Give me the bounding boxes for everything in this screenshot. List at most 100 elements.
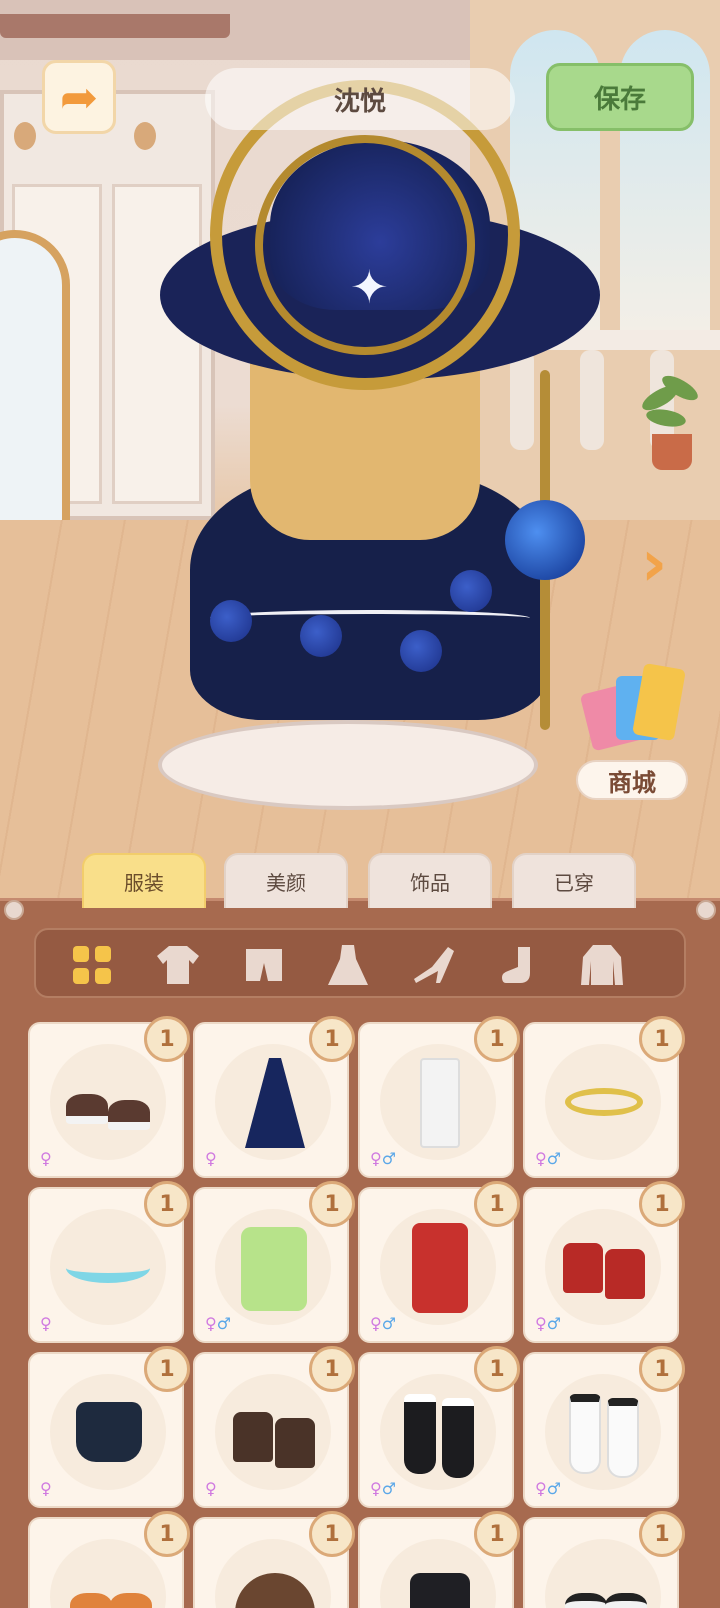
bottoms-icon (246, 949, 282, 981)
category-bottoms[interactable] (240, 942, 288, 988)
socks-icon (502, 947, 530, 983)
item-count-badge: 1 (639, 1511, 685, 1557)
gender-label: ♀♂ (370, 1314, 397, 1333)
wardrobe-tabs: 服装 美颜 饰品 已穿 (82, 853, 642, 908)
gender-label: ♀ (40, 1314, 52, 1333)
item-card[interactable]: 1 (358, 1511, 520, 1608)
item-card[interactable]: 1 (523, 1511, 685, 1608)
character-name-pill: 沈悦 (205, 68, 515, 130)
item-count-badge: 1 (309, 1346, 355, 1392)
tab-worn[interactable]: 已穿 (512, 853, 636, 908)
item-card[interactable]: 1 (193, 1511, 355, 1608)
category-shoes[interactable] (410, 942, 458, 988)
tab-label: 已穿 (554, 871, 594, 895)
shop-button[interactable]: 商城 (576, 660, 688, 802)
sparkle-icon: ✦ (350, 260, 389, 314)
item-count-badge: 1 (474, 1346, 520, 1392)
brown-boots-icon (225, 1388, 321, 1478)
rose-decoration (450, 570, 492, 612)
gender-label: ♀♂ (205, 1314, 232, 1333)
category-coats[interactable] (578, 942, 626, 988)
gender-label: ♀ (40, 1479, 52, 1498)
blue-orb (505, 500, 585, 580)
back-button[interactable]: ➦ (42, 60, 116, 134)
item-count-badge: 1 (144, 1016, 190, 1062)
item-count-badge: 1 (639, 1016, 685, 1062)
item-count-badge: 1 (474, 1016, 520, 1062)
item-count-badge: 1 (144, 1511, 190, 1557)
character-avatar[interactable]: ✦ (150, 30, 600, 850)
category-tops[interactable] (154, 942, 202, 988)
potted-plant (638, 371, 702, 470)
item-card[interactable]: 1 ♀ (28, 1181, 190, 1343)
item-card[interactable]: 1 ♀♂ (523, 1016, 685, 1178)
dress-icon (328, 945, 368, 985)
gown-icon (225, 1058, 321, 1148)
item-card[interactable]: 1 ♀ (193, 1016, 355, 1178)
item-card[interactable]: 1 ♀♂ (193, 1181, 355, 1343)
item-count-badge: 1 (144, 1181, 190, 1227)
item-count-badge: 1 (309, 1511, 355, 1557)
heels-icon (414, 947, 454, 983)
rose-decoration (400, 630, 442, 672)
item-card[interactable]: 1 ♀ (193, 1346, 355, 1508)
gender-label: ♀♂ (535, 1314, 562, 1333)
tab-label: 美颜 (266, 871, 306, 895)
item-count-badge: 1 (474, 1181, 520, 1227)
rose-decoration (300, 615, 342, 657)
pants-icon (390, 1058, 486, 1148)
shopping-bags-icon (579, 660, 686, 756)
white-socks-icon (555, 1388, 651, 1478)
item-card[interactable]: 1 ♀♂ (358, 1346, 520, 1508)
cabinet-knob (14, 122, 36, 150)
tab-label: 服装 (124, 871, 164, 895)
grid-all-icon (73, 946, 111, 984)
scarf-icon (60, 1223, 156, 1313)
item-count-badge: 1 (309, 1016, 355, 1062)
item-count-badge: 1 (474, 1511, 520, 1557)
save-label: 保存 (593, 84, 646, 115)
headband-icon (555, 1058, 651, 1148)
next-outfit-button[interactable]: › (632, 526, 676, 602)
item-card[interactable]: 1 ♀♂ (358, 1016, 520, 1178)
panel-rivet (696, 900, 716, 920)
category-socks[interactable] (494, 942, 542, 988)
top-icon (157, 946, 199, 984)
orange-shoes-icon (60, 1553, 156, 1608)
item-card[interactable]: 1 ♀♂ (523, 1181, 685, 1343)
item-count-badge: 1 (639, 1346, 685, 1392)
gender-label: ♀ (205, 1149, 217, 1168)
golden-inner-ring (255, 135, 475, 355)
shop-label: 商城 (608, 768, 656, 797)
save-button[interactable]: 保存 (546, 63, 694, 131)
item-card[interactable]: 1 ♀ (28, 1346, 190, 1508)
gender-label: ♀♂ (535, 1479, 562, 1498)
crop-top-icon (60, 1388, 156, 1478)
panel-rivet (4, 900, 24, 920)
item-count-badge: 1 (144, 1346, 190, 1392)
coat-icon (581, 945, 623, 985)
item-card[interactable]: 1 ♀ (28, 1016, 190, 1178)
item-card[interactable]: 1 ♀♂ (358, 1181, 520, 1343)
category-all[interactable] (68, 942, 116, 988)
category-filter-bar (34, 928, 686, 998)
red-boots-icon (555, 1223, 651, 1313)
gender-label: ♀♂ (535, 1149, 562, 1168)
item-count-badge: 1 (639, 1181, 685, 1227)
black-socks-icon (390, 1388, 486, 1478)
tab-beauty[interactable]: 美颜 (224, 853, 348, 908)
black-top-icon (390, 1553, 486, 1608)
avatar-ribbon (210, 610, 530, 626)
tab-accessories[interactable]: 饰品 (368, 853, 492, 908)
tab-label: 饰品 (410, 871, 450, 895)
shop-label-pill: 商城 (576, 760, 688, 800)
character-name: 沈悦 (333, 86, 386, 117)
tab-clothing[interactable]: 服装 (82, 853, 206, 908)
item-card[interactable]: 1 (28, 1511, 190, 1608)
gender-label: ♀♂ (370, 1149, 397, 1168)
category-dresses[interactable] (324, 942, 372, 988)
item-count-badge: 1 (309, 1181, 355, 1227)
gender-label: ♀ (40, 1149, 52, 1168)
character-scene: ✦ ➦ 沈悦 保存 › 商城 (0, 0, 720, 900)
item-card[interactable]: 1 ♀♂ (523, 1346, 685, 1508)
